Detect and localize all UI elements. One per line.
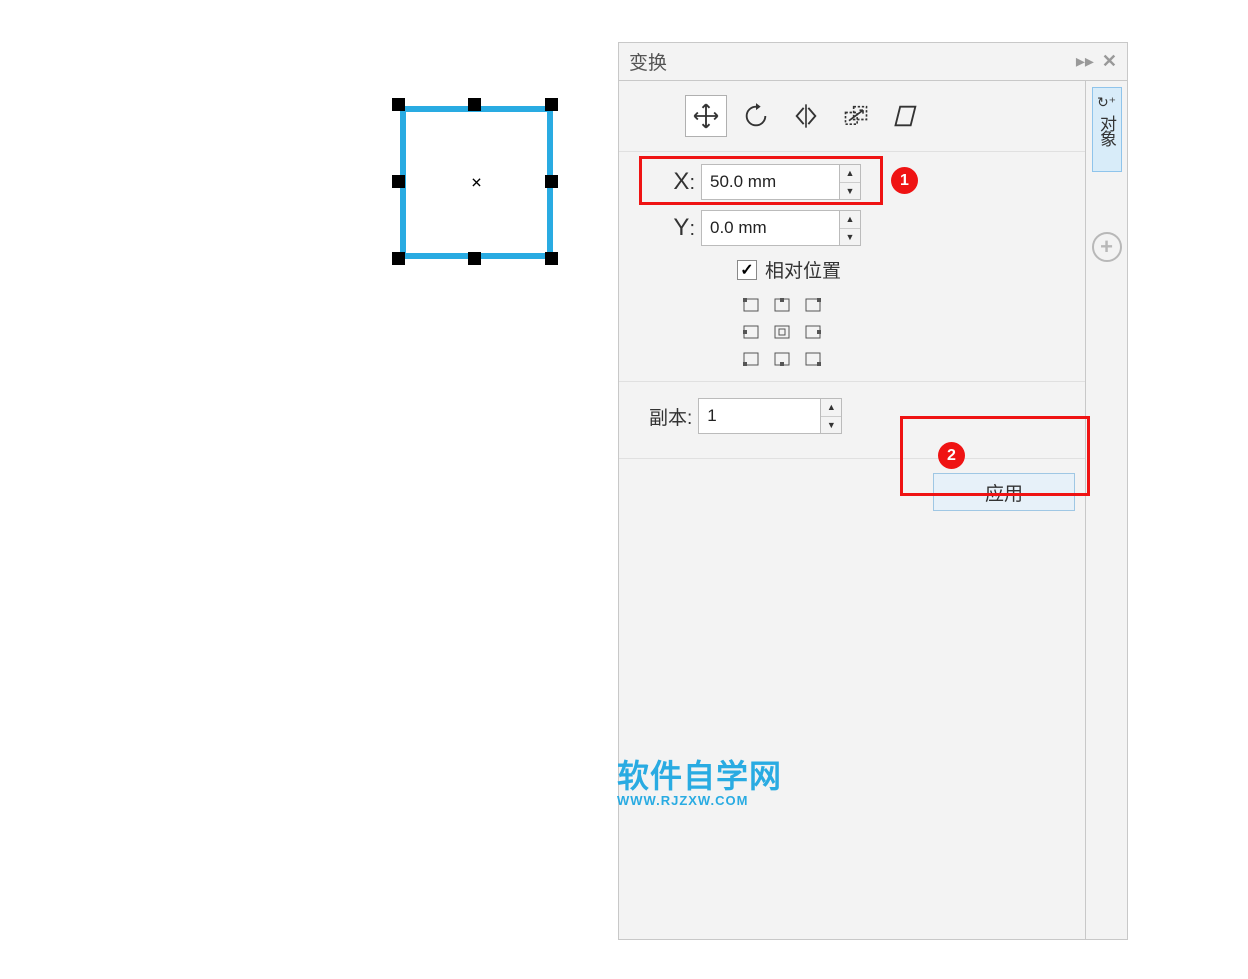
- handle-top-right[interactable]: [545, 98, 558, 111]
- side-tab-object[interactable]: ↻⁺ 对象: [1092, 87, 1122, 172]
- anchor-tr[interactable]: [799, 293, 827, 317]
- copies-input[interactable]: [698, 398, 820, 434]
- skew-icon: [892, 102, 920, 130]
- docker-side-tabs: ↻⁺ 对象 +: [1085, 81, 1127, 939]
- y-input[interactable]: [701, 210, 839, 246]
- anchor-bl[interactable]: [737, 347, 765, 371]
- size-icon: [842, 102, 870, 130]
- watermark: 软件自学网 WWW.RJZXW.COM: [617, 751, 782, 808]
- position-icon: [692, 102, 720, 130]
- anchor-ml[interactable]: [737, 320, 765, 344]
- collapse-icon[interactable]: ▸▸: [1076, 51, 1094, 72]
- x-spin-up[interactable]: ▲: [840, 165, 860, 183]
- watermark-line1: 软件自学网: [617, 751, 782, 797]
- handle-bottom-left[interactable]: [392, 252, 405, 265]
- mirror-icon: [792, 102, 820, 130]
- anchor-br[interactable]: [799, 347, 827, 371]
- copies-label: 副本:: [649, 403, 692, 430]
- position-fields: 1 X: ▲ ▼ Y:: [619, 152, 1085, 382]
- transform-mode-row: [619, 81, 1085, 152]
- apply-button[interactable]: 应用: [933, 473, 1075, 511]
- anchor-mm[interactable]: [768, 320, 796, 344]
- skew-mode-button[interactable]: [885, 95, 927, 137]
- handle-top-left[interactable]: [392, 98, 405, 111]
- y-row: Y: ▲ ▼: [663, 210, 1075, 246]
- apply-block: 应用: [619, 459, 1085, 525]
- anchor-mr[interactable]: [799, 320, 827, 344]
- x-input[interactable]: [701, 164, 839, 200]
- docker-main: 1 X: ▲ ▼ Y:: [619, 81, 1085, 939]
- relative-label: 相对位置: [765, 256, 841, 283]
- side-tab-arrow-icon: ↻⁺: [1097, 94, 1116, 111]
- handle-middle-right[interactable]: [545, 175, 558, 188]
- y-spin-down[interactable]: ▼: [840, 229, 860, 246]
- rotate-icon: [742, 102, 770, 130]
- size-mode-button[interactable]: [835, 95, 877, 137]
- x-spinner: ▲ ▼: [839, 164, 861, 200]
- mirror-mode-button[interactable]: [785, 95, 827, 137]
- selected-rectangle[interactable]: ✕: [400, 106, 553, 259]
- y-label: Y:: [663, 214, 701, 242]
- copies-spinner: ▲ ▼: [820, 398, 842, 434]
- x-row: X: ▲ ▼: [663, 164, 1075, 200]
- copies-spin-down[interactable]: ▼: [821, 417, 841, 434]
- add-docker-button[interactable]: +: [1092, 232, 1122, 262]
- handle-top-middle[interactable]: [468, 98, 481, 111]
- x-label: X:: [663, 168, 701, 196]
- anchor-bm[interactable]: [768, 347, 796, 371]
- y-spinner: ▲ ▼: [839, 210, 861, 246]
- y-spin-up[interactable]: ▲: [840, 211, 860, 229]
- handle-bottom-right[interactable]: [545, 252, 558, 265]
- position-mode-button[interactable]: [685, 95, 727, 137]
- copies-spin-up[interactable]: ▲: [821, 399, 841, 417]
- canvas-selection: ✕: [380, 82, 580, 282]
- side-tab-label: 对象: [1094, 115, 1119, 145]
- docker-titlebar: 变换 ▸▸ ✕: [619, 43, 1127, 81]
- anchor-grid: [737, 293, 1075, 371]
- center-mark-icon: ✕: [471, 174, 483, 191]
- copies-block: 副本: ▲ ▼: [619, 382, 1085, 459]
- relative-checkbox[interactable]: ✓: [737, 260, 757, 280]
- rotate-mode-button[interactable]: [735, 95, 777, 137]
- anchor-tl[interactable]: [737, 293, 765, 317]
- x-spin-down[interactable]: ▼: [840, 183, 860, 200]
- anchor-tm[interactable]: [768, 293, 796, 317]
- close-icon[interactable]: ✕: [1102, 51, 1117, 72]
- relative-row: ✓ 相对位置: [737, 256, 1075, 283]
- docker-title: 变换: [629, 48, 1068, 75]
- handle-bottom-middle[interactable]: [468, 252, 481, 265]
- handle-middle-left[interactable]: [392, 175, 405, 188]
